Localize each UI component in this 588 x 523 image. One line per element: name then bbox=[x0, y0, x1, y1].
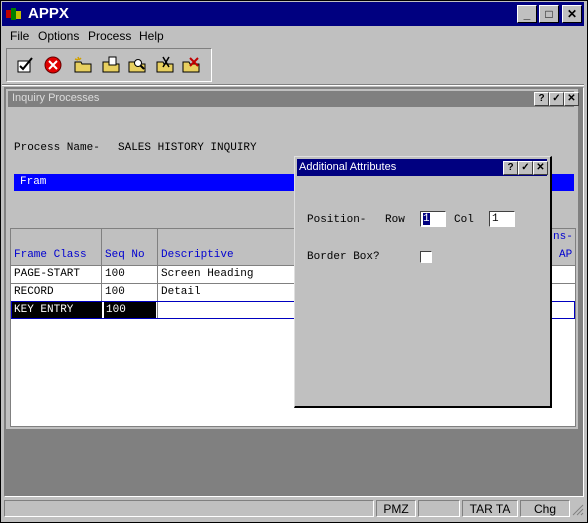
title-bar: APPX _ □ ✕ bbox=[2, 2, 584, 26]
status-panel-main bbox=[4, 500, 374, 517]
close-button[interactable]: ✕ bbox=[562, 5, 582, 23]
status-panel-empty bbox=[418, 500, 460, 517]
row-seq-no: 100 bbox=[105, 268, 125, 280]
col-label: Col bbox=[454, 214, 474, 226]
position-label: Position- bbox=[307, 214, 367, 226]
app-title: APPX bbox=[28, 5, 69, 22]
dialog-ok-button[interactable]: ✓ bbox=[518, 161, 533, 175]
frame-header-label: Fram bbox=[20, 176, 47, 188]
menu-process[interactable]: Process bbox=[88, 29, 131, 43]
col-header-frame-class[interactable]: Frame Class bbox=[14, 249, 87, 261]
toolbar bbox=[6, 48, 212, 82]
inquiry-ok-button[interactable]: ✓ bbox=[549, 92, 564, 106]
process-name-label: Process Name- bbox=[14, 142, 100, 154]
col-header-seq-no[interactable]: Seq No bbox=[105, 249, 145, 261]
col-header-right-bottom: AP bbox=[559, 249, 573, 261]
minimize-button[interactable]: _ bbox=[517, 5, 537, 23]
row-label: Row bbox=[385, 214, 405, 226]
menu-file[interactable]: File bbox=[10, 29, 29, 43]
border-box-checkbox[interactable] bbox=[420, 251, 432, 263]
col-header-right-top: ns- bbox=[553, 231, 573, 243]
maximize-button[interactable]: □ bbox=[539, 5, 559, 23]
row-descriptive: Detail bbox=[161, 286, 201, 298]
delete-folder-icon[interactable] bbox=[181, 55, 201, 75]
row-descriptive: Screen Heading bbox=[161, 268, 254, 280]
status-bar: PMZ TAR TA Chg bbox=[2, 498, 584, 519]
toolbar-separator bbox=[2, 84, 584, 86]
row-seq-no: 100 bbox=[105, 286, 125, 298]
menu-options[interactable]: Options bbox=[38, 29, 79, 43]
search-folder-icon[interactable] bbox=[127, 55, 147, 75]
process-name-value: SALES HISTORY INQUIRY bbox=[118, 142, 257, 154]
inquiry-close-button[interactable]: ✕ bbox=[564, 92, 579, 106]
row-frame-class: PAGE-START bbox=[14, 268, 81, 280]
status-panel-tar: TAR TA bbox=[462, 500, 518, 517]
dialog-help-button[interactable]: ? bbox=[503, 161, 518, 175]
cut-folder-icon[interactable] bbox=[155, 55, 175, 75]
menu-bar: File Options Process Help bbox=[2, 28, 584, 46]
ok-check-icon[interactable] bbox=[15, 55, 35, 75]
dialog-title-bar: Additional Attributes ? ✓ ✕ bbox=[297, 159, 548, 176]
border-box-label: Border Box? bbox=[307, 251, 380, 263]
menu-help[interactable]: Help bbox=[139, 29, 164, 43]
row-seq-no[interactable]: 100 bbox=[104, 302, 156, 318]
row-input[interactable]: 1 bbox=[420, 211, 446, 227]
row-frame-class[interactable]: KEY ENTRY bbox=[12, 302, 102, 318]
row-input-value: 1 bbox=[423, 213, 430, 225]
inquiry-help-button[interactable]: ? bbox=[534, 92, 549, 106]
inquiry-window-title: Inquiry Processes bbox=[12, 92, 100, 104]
appx-logo-icon bbox=[6, 8, 21, 20]
additional-attributes-dialog: Additional Attributes ? ✓ ✕ Position- Ro… bbox=[294, 156, 552, 408]
resize-grip-icon[interactable] bbox=[572, 504, 584, 516]
dialog-title: Additional Attributes bbox=[299, 161, 397, 173]
open-folder-icon[interactable] bbox=[101, 55, 121, 75]
new-folder-icon[interactable] bbox=[73, 55, 93, 75]
col-input[interactable]: 1 bbox=[489, 211, 515, 227]
cancel-icon[interactable] bbox=[43, 55, 63, 75]
dialog-close-button[interactable]: ✕ bbox=[533, 161, 548, 175]
row-frame-class: RECORD bbox=[14, 286, 54, 298]
col-header-descriptive[interactable]: Descriptive bbox=[161, 249, 234, 261]
status-panel-pmz: PMZ bbox=[376, 500, 416, 517]
inquiry-title-bar: Inquiry Processes ? ✓ ✕ bbox=[8, 91, 579, 107]
status-panel-chg: Chg bbox=[520, 500, 570, 517]
